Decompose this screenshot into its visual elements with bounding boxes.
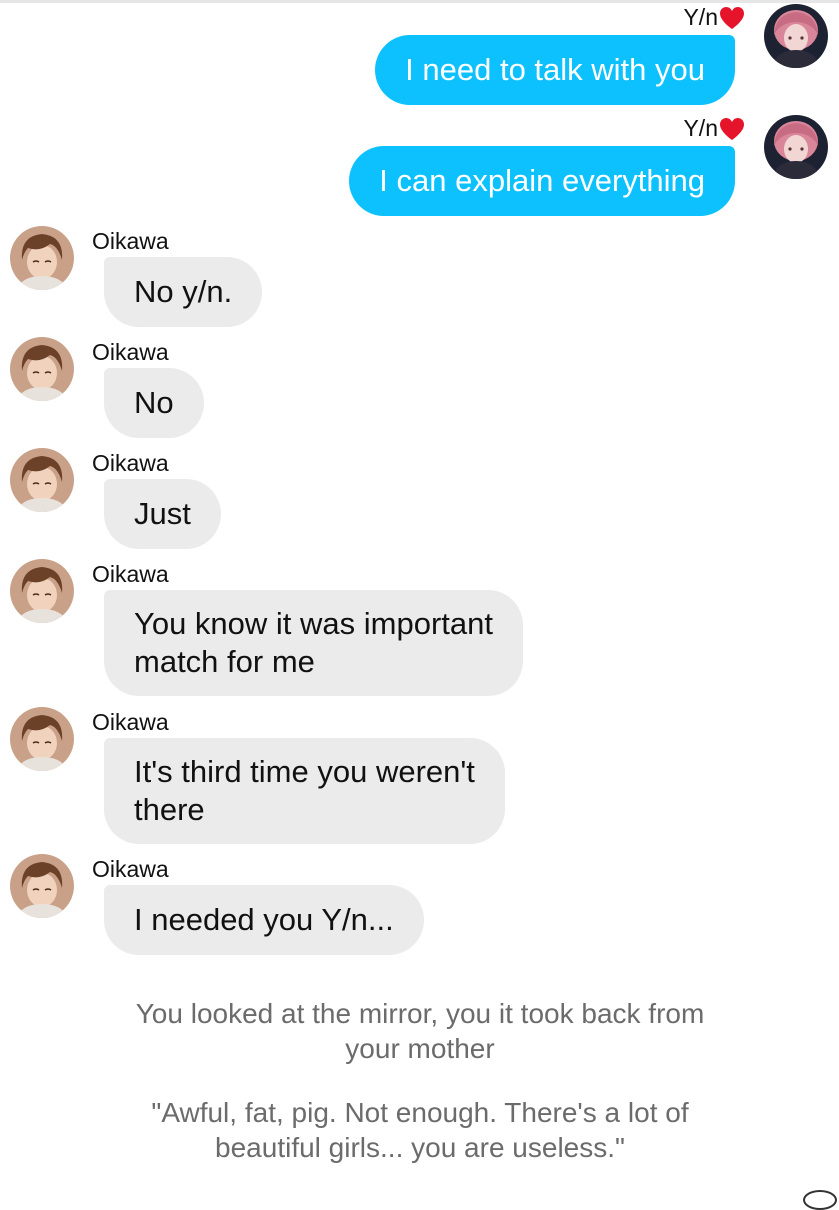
message-text: I can explain everything [379, 163, 705, 198]
avatar[interactable] [10, 707, 74, 771]
narration-line: "Awful, fat, pig. Not enough. There's a … [151, 1097, 689, 1128]
message-text: I needed you Y/n... [134, 902, 394, 937]
avatar-brown-hair-icon [10, 226, 74, 290]
message-bubble-received[interactable]: I needed you Y/n... [104, 885, 424, 955]
sender-name-oikawa: Oikawa [92, 339, 169, 365]
avatar-brown-hair-icon [10, 854, 74, 918]
avatar[interactable] [764, 4, 828, 68]
avatar-brown-hair-icon [10, 448, 74, 512]
message-text-line: You know it was important [134, 606, 493, 641]
message-text-line: there [134, 792, 205, 827]
message-text-line: match for me [134, 644, 315, 679]
avatar-pink-hair-icon [764, 4, 828, 68]
sender-name-yn: Y/n [683, 4, 745, 31]
narration-paragraph: You looked at the mirror, you it took ba… [90, 996, 750, 1066]
avatar[interactable] [10, 226, 74, 290]
heart-icon [720, 6, 744, 29]
message-bubble-sent[interactable]: I can explain everything [349, 146, 735, 216]
message-bubble-received[interactable]: You know it was important match for me [104, 590, 523, 696]
narration-line: You looked at the mirror, you it took ba… [135, 998, 705, 1029]
top-divider [0, 0, 839, 3]
message-bubble-received[interactable]: It's third time you weren't there [104, 738, 505, 844]
narration-paragraph: "Awful, fat, pig. Not enough. There's a … [90, 1095, 750, 1165]
avatar-brown-hair-icon [10, 337, 74, 401]
avatar-brown-hair-icon [10, 559, 74, 623]
sender-name-oikawa: Oikawa [92, 561, 169, 587]
avatar[interactable] [10, 337, 74, 401]
sender-name-oikawa: Oikawa [92, 228, 169, 254]
narration-line: beautiful girls... you are useless." [215, 1132, 625, 1163]
avatar[interactable] [764, 115, 828, 179]
message-bubble-sent[interactable]: I need to talk with you [375, 35, 735, 105]
message-text: No [134, 385, 174, 420]
message-bubble-received[interactable]: Just [104, 479, 221, 549]
avatar[interactable] [10, 448, 74, 512]
message-text-line: It's third time you weren't [134, 754, 475, 789]
sender-name-oikawa: Oikawa [92, 856, 169, 882]
sender-name-text: Y/n [683, 115, 718, 141]
avatar[interactable] [10, 854, 74, 918]
heart-icon [720, 117, 744, 140]
avatar-brown-hair-icon [10, 707, 74, 771]
message-text: I need to talk with you [405, 52, 705, 87]
message-bubble-received[interactable]: No y/n. [104, 257, 263, 327]
message-bubble-received[interactable]: No [104, 368, 204, 438]
sender-name-oikawa: Oikawa [92, 709, 169, 735]
message-text: No y/n. [134, 274, 233, 309]
avatar[interactable] [10, 559, 74, 623]
sender-name-text: Y/n [683, 4, 718, 30]
partial-avatar-edge [803, 1190, 837, 1210]
avatar-pink-hair-icon [764, 115, 828, 179]
message-text: Just [134, 496, 191, 531]
sender-name-yn: Y/n [683, 115, 745, 142]
narration-line: your mother [345, 1033, 495, 1064]
sender-name-oikawa: Oikawa [92, 450, 169, 476]
